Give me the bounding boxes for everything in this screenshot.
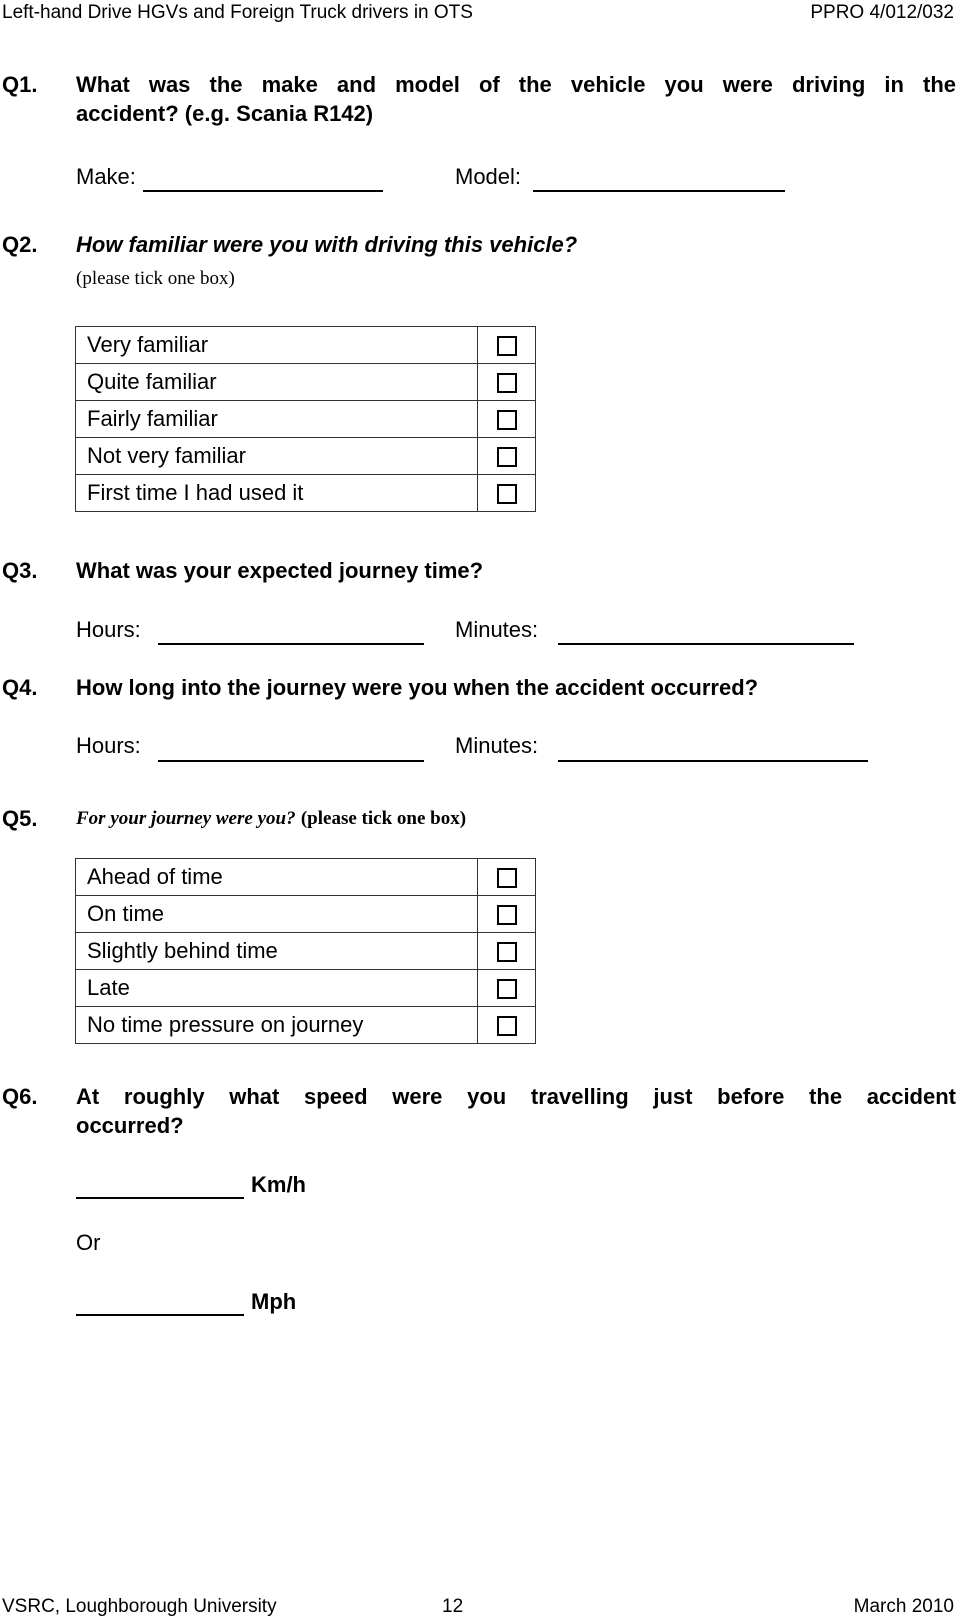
q3-text: What was your expected journey time?	[76, 558, 484, 583]
or-label: Or	[76, 1230, 101, 1255]
q4-hours-field[interactable]	[158, 733, 424, 761]
q2-option-label: Quite familiar	[75, 363, 478, 401]
mph-underline	[76, 1314, 244, 1316]
q5-option-checkbox[interactable]	[496, 979, 517, 1000]
q2-option-label: First time I had used it	[75, 474, 478, 512]
q3-hours-label: Hours:	[76, 617, 141, 642]
q2-option-label: Very familiar	[75, 326, 478, 364]
q5-option-label: Ahead of time	[75, 858, 478, 896]
q5-option-label: No time pressure on journey	[75, 1006, 478, 1044]
q5-text: For your journey were you?	[76, 808, 296, 829]
q1-text-line1: What was the make and model of the vehic…	[76, 72, 956, 97]
q2-instruction: (please tick one box)	[76, 268, 235, 289]
q3-minutes-underline	[558, 643, 854, 645]
q4-hours-underline	[158, 760, 424, 762]
kmh-field[interactable]	[76, 1170, 244, 1198]
q4-hours-label: Hours:	[76, 733, 141, 758]
q2-option-checkbox[interactable]	[496, 336, 517, 357]
document-reference: PPRO 4/012/032	[810, 2, 954, 23]
q4-text: How long into the journey were you when …	[76, 675, 759, 700]
document-title: Left-hand Drive HGVs and Foreign Truck d…	[2, 2, 473, 23]
q4-number: Q4.	[2, 675, 38, 700]
model-label: Model:	[455, 164, 522, 189]
q2-option-checkbox[interactable]	[496, 410, 517, 431]
q5-option-checkbox[interactable]	[496, 868, 517, 889]
q1-text-line2: accident? (e.g. Scania R142)	[76, 101, 374, 126]
q6-text-line1: At roughly what speed were you travellin…	[76, 1084, 956, 1109]
q2-option-label: Not very familiar	[75, 437, 478, 475]
q2-option-row: Quite familiar	[75, 363, 536, 401]
q3-hours-underline	[158, 643, 424, 645]
q6-text-line2: occurred?	[76, 1113, 184, 1138]
footer-date: March 2010	[853, 1596, 954, 1617]
q6-number: Q6.	[2, 1084, 38, 1109]
q5-text-group: For your journey were you? (please tick …	[76, 808, 466, 830]
q2-option-row: Very familiar	[75, 326, 536, 364]
q5-option-row: Slightly behind time	[75, 932, 536, 970]
model-field[interactable]	[533, 164, 785, 192]
q5-options-table: Ahead of time On time Slightly behind ti…	[75, 858, 536, 1044]
q4-minutes-field[interactable]	[558, 733, 868, 761]
mph-unit: Mph	[251, 1289, 297, 1314]
make-underline	[143, 190, 383, 192]
q5-option-label: On time	[75, 895, 478, 933]
kmh-underline	[76, 1197, 244, 1199]
q5-option-checkbox[interactable]	[496, 905, 517, 926]
footer-page-number: 12	[442, 1596, 464, 1617]
q2-option-row: Not very familiar	[75, 437, 536, 475]
q4-minutes-label: Minutes:	[455, 733, 539, 758]
q5-option-row: On time	[75, 895, 536, 933]
q2-option-checkbox[interactable]	[496, 447, 517, 468]
q5-option-label: Slightly behind time	[75, 932, 478, 970]
model-underline	[533, 190, 785, 192]
kmh-unit: Km/h	[251, 1172, 306, 1197]
q3-minutes-label: Minutes:	[455, 617, 539, 642]
q1-number: Q1.	[2, 72, 38, 97]
q5-option-row: No time pressure on journey	[75, 1006, 536, 1044]
mph-field[interactable]	[76, 1287, 244, 1315]
q5-option-row: Late	[75, 969, 536, 1007]
q2-option-row: First time I had used it	[75, 474, 536, 512]
q2-options-table: Very familiar Quite familiar Fairly fami…	[75, 326, 536, 512]
make-label: Make:	[76, 164, 136, 189]
q2-option-label: Fairly familiar	[75, 400, 478, 438]
q2-number: Q2.	[2, 232, 38, 257]
q5-option-label: Late	[75, 969, 478, 1007]
q2-option-checkbox[interactable]	[496, 373, 517, 394]
q2-text: How familiar were you with driving this …	[76, 232, 578, 257]
q3-minutes-field[interactable]	[558, 617, 854, 645]
q3-hours-field[interactable]	[158, 617, 424, 645]
q5-option-row: Ahead of time	[75, 858, 536, 896]
q5-option-checkbox[interactable]	[496, 942, 517, 963]
q5-instruction: (please tick one box)	[300, 808, 467, 829]
footer-organization: VSRC, Loughborough University	[2, 1596, 277, 1617]
q3-number: Q3.	[2, 558, 38, 583]
q5-option-checkbox[interactable]	[496, 1016, 517, 1037]
q2-option-checkbox[interactable]	[496, 484, 517, 505]
q4-minutes-underline	[558, 760, 868, 762]
make-field[interactable]	[143, 164, 383, 192]
q5-number: Q5.	[2, 806, 38, 831]
q2-option-row: Fairly familiar	[75, 400, 536, 438]
